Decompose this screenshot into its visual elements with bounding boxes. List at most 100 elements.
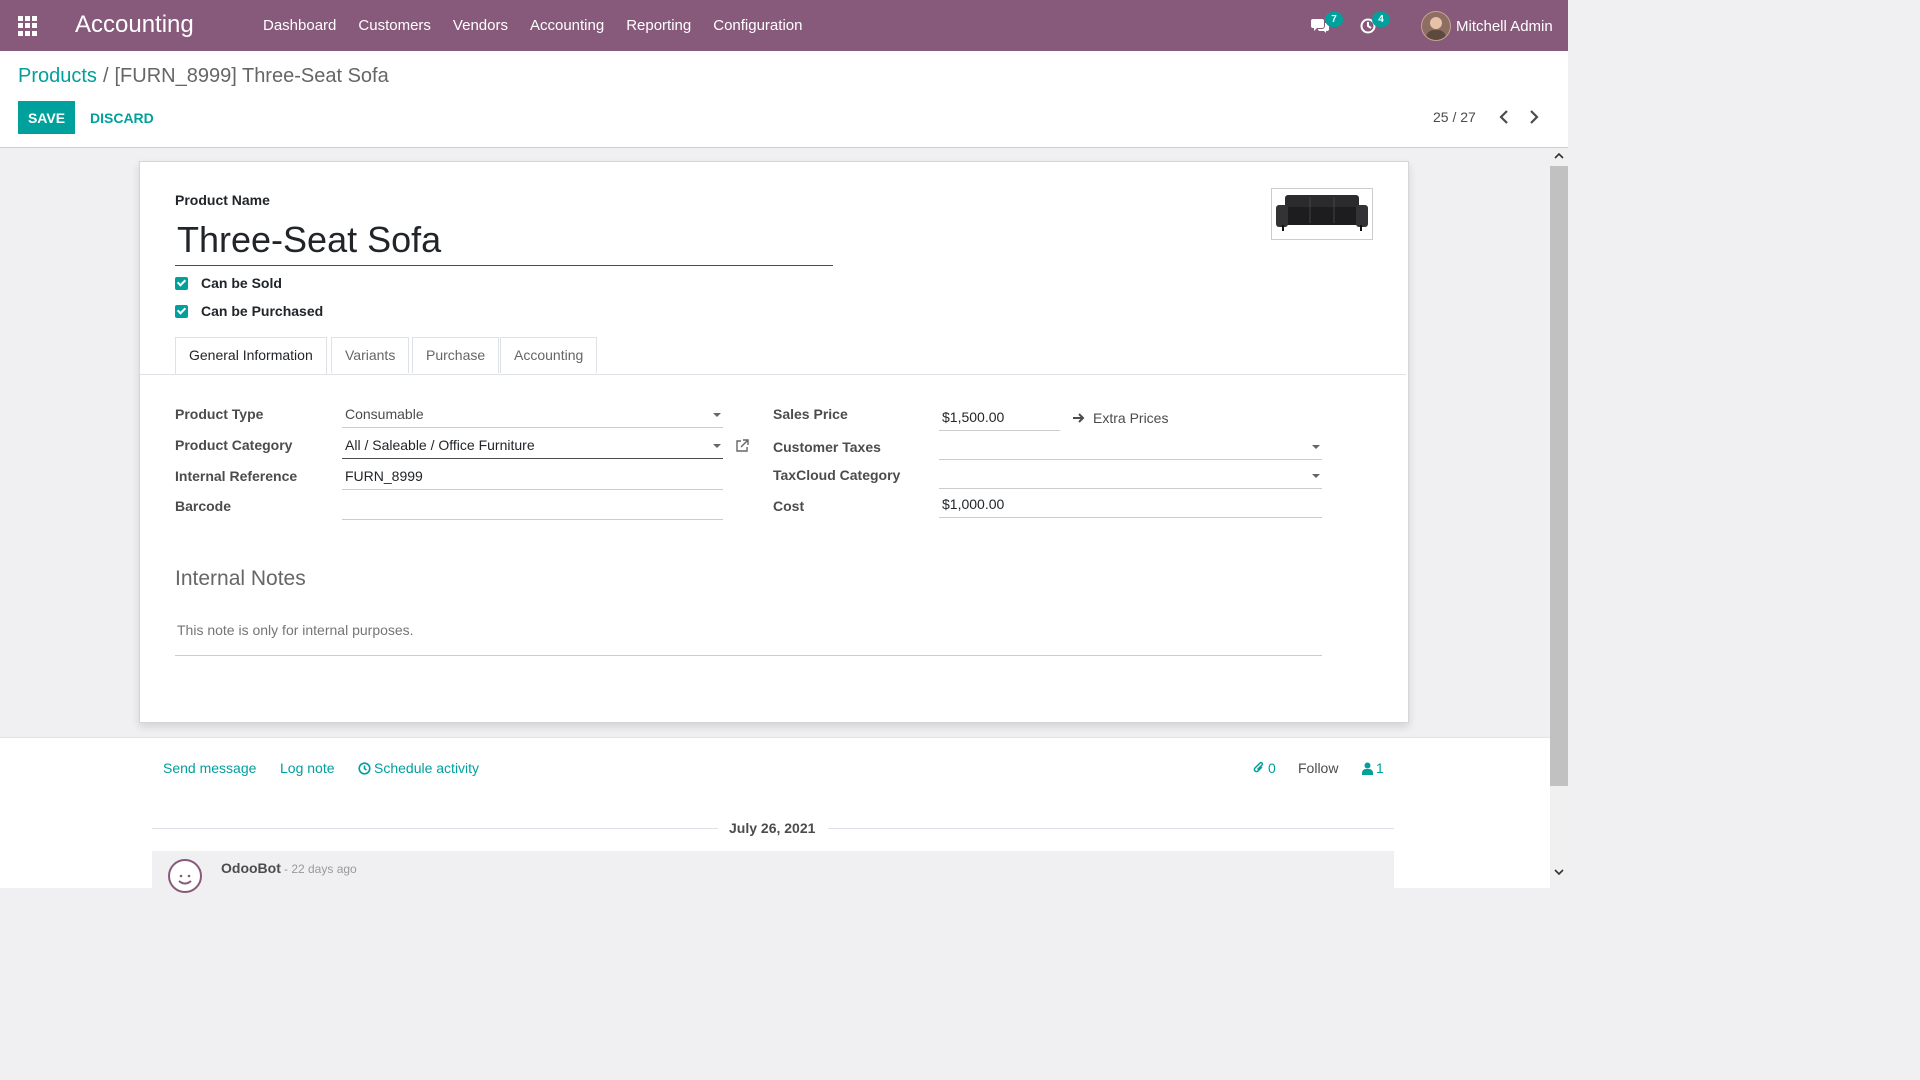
top-navbar: Accounting Dashboard Customers Vendors A… (0, 0, 1568, 51)
can-be-sold-checkbox[interactable] (175, 276, 188, 290)
form-view: Product Name Can be Sold Can be Purchase… (0, 148, 1550, 893)
product-type-select[interactable]: Consumable (342, 401, 723, 428)
activity-menu[interactable]: 4 (1360, 0, 1390, 51)
external-link-icon[interactable] (735, 439, 749, 453)
internal-reference-input[interactable]: FURN_8999 (342, 463, 723, 490)
caret-down-icon (713, 413, 721, 417)
chevron-left-icon[interactable] (1497, 109, 1511, 125)
log-note-button[interactable]: Log note (280, 760, 335, 776)
message-date: - 22 days ago (284, 862, 357, 876)
apps-grid-icon[interactable] (18, 16, 38, 36)
taxcloud-category-select[interactable] (939, 462, 1322, 489)
customer-taxes-label: Customer Taxes (773, 439, 881, 455)
sales-price-label: Sales Price (773, 406, 848, 422)
product-category-label: Product Category (175, 437, 293, 453)
attachments-count: 0 (1268, 760, 1276, 776)
internal-reference-value: FURN_8999 (345, 468, 423, 484)
log-note-label: Log note (280, 760, 335, 776)
user-icon (1362, 762, 1373, 775)
can-be-purchased-checkbox[interactable] (175, 304, 188, 318)
sales-price-value: $1,500.00 (942, 409, 1005, 425)
breadcrumb-current: [FURN_8999] Three-Seat Sofa (114, 65, 389, 87)
menu-reporting[interactable]: Reporting (615, 0, 702, 51)
caret-down-icon (713, 444, 721, 448)
chevron-right-icon[interactable] (1527, 109, 1541, 125)
scrollbar-thumb[interactable] (1550, 166, 1568, 786)
cost-input[interactable]: $1,000.00 (939, 491, 1322, 518)
tab-general-information[interactable]: General Information (175, 337, 327, 374)
tab-variants[interactable]: Variants (331, 337, 410, 373)
send-message-button[interactable]: Send message (163, 760, 256, 776)
date-separator-line (152, 828, 718, 829)
app-name[interactable]: Accounting (75, 11, 194, 39)
caret-down-icon (1312, 474, 1320, 478)
vertical-scrollbar[interactable] (1550, 148, 1568, 882)
pager-value[interactable]: 25 / 27 (1433, 109, 1476, 125)
menu-dashboard[interactable]: Dashboard (252, 0, 347, 51)
form-sheet: Product Name Can be Sold Can be Purchase… (139, 161, 1409, 723)
internal-reference-label: Internal Reference (175, 468, 298, 484)
schedule-activity-label: Schedule activity (374, 760, 480, 776)
product-image[interactable] (1271, 188, 1373, 240)
product-type-label: Product Type (175, 406, 264, 422)
control-panel: Products / [FURN_8999] Three-Seat Sofa SAV… (0, 51, 1568, 148)
user-menu[interactable]: Mitchell Admin (1421, 11, 1553, 41)
barcode-input[interactable] (342, 493, 723, 520)
messaging-menu[interactable]: 7 (1311, 0, 1343, 51)
extra-prices-label: Extra Prices (1093, 410, 1169, 426)
tab-accounting[interactable]: Accounting (500, 337, 598, 373)
clock-circle-icon (358, 761, 371, 775)
followers-count: 1 (1376, 760, 1384, 776)
product-type-value: Consumable (345, 406, 424, 422)
taxcloud-category-label: TaxCloud Category (773, 467, 901, 483)
menu-configuration[interactable]: Configuration (702, 0, 813, 51)
menu-accounting[interactable]: Accounting (519, 0, 615, 51)
odoobot-avatar[interactable] (168, 859, 202, 893)
main-menu: Dashboard Customers Vendors Accounting R… (252, 0, 813, 51)
breadcrumb-products-link[interactable]: Products (18, 65, 97, 87)
sofa-image (1276, 195, 1368, 231)
barcode-label: Barcode (175, 498, 232, 514)
can-be-sold-row: Can be Sold (175, 275, 282, 291)
message-author[interactable]: OdooBot (221, 860, 281, 876)
scroll-up-icon[interactable] (1554, 152, 1564, 160)
follow-label: Follow (1298, 760, 1339, 776)
avatar (1421, 11, 1451, 41)
scroll-down-icon[interactable] (1554, 868, 1564, 876)
sales-price-input[interactable]: $1,500.00 (939, 404, 1060, 431)
menu-vendors[interactable]: Vendors (442, 0, 519, 51)
save-button[interactable]: SAVE (18, 101, 75, 134)
arrow-right-icon (1073, 413, 1085, 423)
product-name-input[interactable] (175, 214, 833, 266)
breadcrumb-separator: / (102, 65, 109, 87)
cost-value: $1,000.00 (942, 496, 1005, 512)
extra-prices-button[interactable]: Extra Prices (1072, 410, 1168, 426)
messages-badge: 7 (1325, 12, 1343, 27)
attachments-button[interactable]: 0 (1253, 760, 1276, 776)
activities-badge: 4 (1372, 12, 1390, 27)
product-category-value: All / Saleable / Office Furniture (345, 437, 535, 453)
paperclip-icon (1253, 761, 1264, 773)
chatter: Send message Log note Schedule activity … (0, 737, 1550, 893)
customer-taxes-select[interactable] (939, 433, 1322, 460)
can-be-purchased-row: Can be Purchased (175, 303, 323, 319)
schedule-activity-button[interactable]: Schedule activity (358, 760, 479, 776)
date-separator: July 26, 2021 (152, 819, 1394, 837)
internal-notes-input[interactable] (175, 602, 1322, 656)
breadcrumb: Products / [FURN_8999] Three-Seat Sofa (18, 65, 389, 88)
product-category-select[interactable]: All / Saleable / Office Furniture (342, 432, 723, 459)
message-item: OdooBot - 22 days ago (152, 851, 1394, 893)
menu-customers[interactable]: Customers (347, 0, 442, 51)
followers-button[interactable]: 1 (1362, 760, 1384, 776)
product-name-label: Product Name (175, 192, 270, 208)
can-be-sold-label: Can be Sold (201, 275, 282, 291)
odoobot-face-icon (178, 874, 192, 885)
form-tabs: General Information Variants Purchase Ac… (140, 337, 1406, 375)
date-separator-line (828, 828, 1394, 829)
tab-purchase[interactable]: Purchase (412, 337, 500, 373)
user-name: Mitchell Admin (1456, 17, 1553, 35)
can-be-purchased-label: Can be Purchased (201, 303, 324, 319)
follow-button[interactable]: Follow (1298, 760, 1338, 776)
cost-label: Cost (773, 498, 805, 514)
discard-button[interactable]: DISCARD (84, 101, 160, 134)
